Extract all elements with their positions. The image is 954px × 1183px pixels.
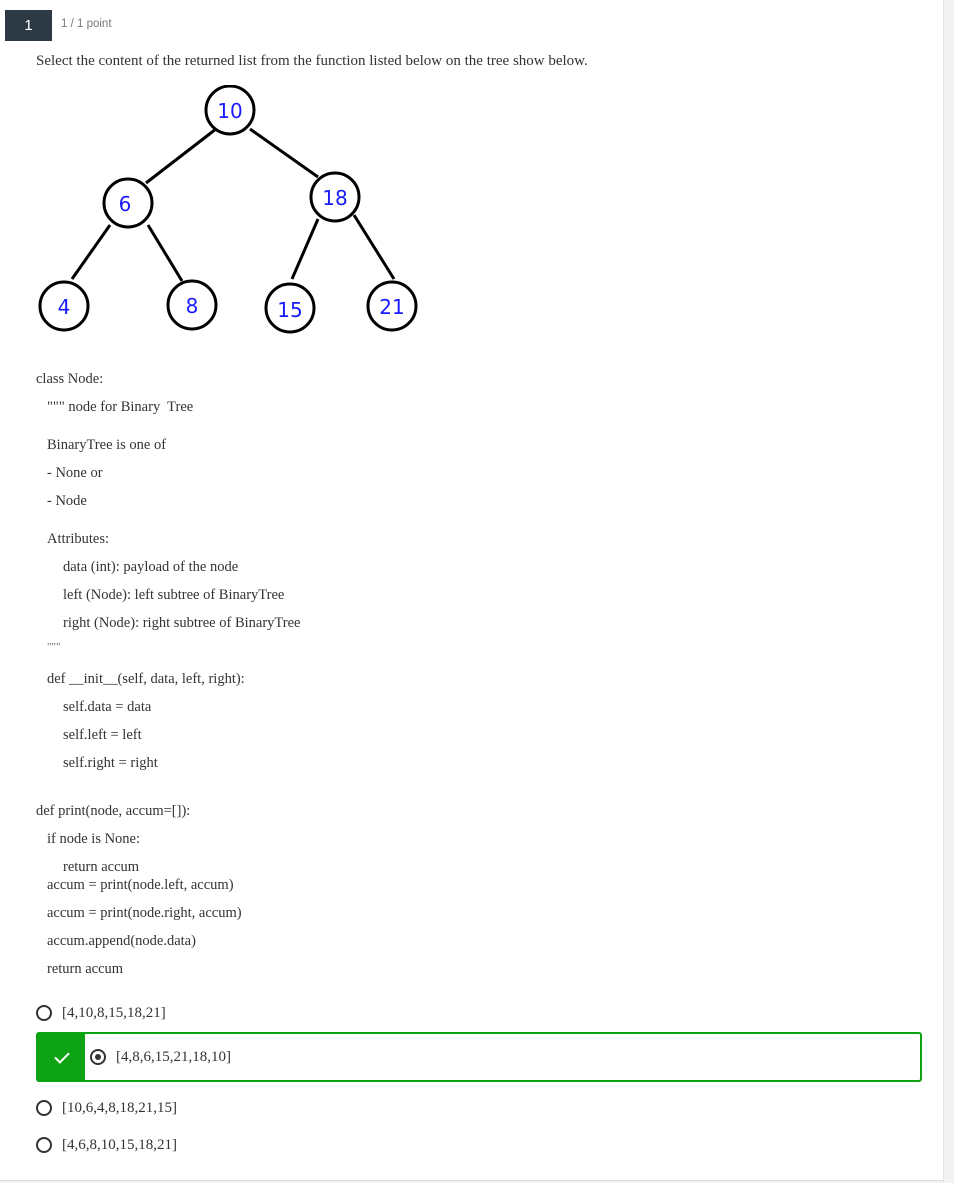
points-label: 1 / 1 point: [61, 18, 112, 30]
code-line: """: [47, 641, 61, 653]
code-line: BinaryTree is one of: [47, 437, 167, 453]
tree-node-label: 4: [58, 295, 71, 319]
tree-edge: [352, 214, 396, 280]
tree-edge: [145, 127, 217, 185]
tree-node-label: 21: [379, 295, 404, 319]
answer-option-label: [4,8,6,15,21,18,10]: [116, 1048, 231, 1065]
tree-node-label: 15: [277, 298, 302, 322]
code-line: return accum: [63, 859, 140, 875]
code-line: right (Node): right subtree of BinaryTre…: [63, 615, 301, 631]
code-line: data (int): payload of the node: [63, 559, 239, 575]
answer-option-correct[interactable]: [4,8,6,15,21,18,10]: [36, 1032, 922, 1082]
radio-button-selected[interactable]: [90, 1049, 106, 1065]
tree-edge: [290, 218, 320, 280]
answer-option[interactable]: [4,10,8,15,18,21]: [36, 1001, 166, 1025]
code-line: - Node: [47, 493, 87, 509]
code-line: - None or: [47, 465, 103, 481]
answer-option[interactable]: [4,6,8,10,15,18,21]: [36, 1133, 177, 1157]
radio-button[interactable]: [36, 1137, 52, 1153]
code-line: self.data = data: [63, 699, 152, 715]
question-number-badge: 1: [5, 10, 52, 41]
code-line: left (Node): left subtree of BinaryTree: [63, 587, 285, 603]
tree-node-label: 6: [119, 192, 132, 216]
tree-edge: [70, 224, 112, 280]
answer-option-label: [4,10,8,15,18,21]: [62, 1004, 166, 1021]
question-prompt: Select the content of the returned list …: [36, 53, 588, 69]
check-icon: [53, 1047, 70, 1064]
code-line: """ node for Binary Tree: [47, 399, 194, 415]
answer-option-label: [4,6,8,10,15,18,21]: [62, 1136, 177, 1153]
tree-edge: [249, 127, 319, 179]
tree-node-label: 18: [322, 186, 347, 210]
code-line: accum = print(node.right, accum): [47, 905, 242, 921]
code-line: def print(node, accum=[]):: [36, 803, 191, 819]
radio-button[interactable]: [36, 1100, 52, 1116]
code-line: if node is None:: [47, 831, 141, 847]
tree-node-label: 10: [217, 99, 242, 123]
code-line: return accum: [47, 961, 124, 977]
code-line: Attributes:: [47, 531, 110, 547]
code-line: accum = print(node.left, accum): [47, 877, 234, 893]
tree-node-label: 8: [186, 294, 199, 318]
code-line: accum.append(node.data): [47, 933, 196, 949]
radio-button[interactable]: [36, 1005, 52, 1021]
answer-option-label: [10,6,4,8,18,21,15]: [62, 1099, 177, 1116]
code-line: class Node:: [36, 371, 104, 387]
code-line: self.left = left: [63, 727, 142, 743]
tree-edge: [146, 224, 184, 282]
correct-indicator: [38, 1034, 85, 1080]
page-margin: [943, 0, 954, 1183]
code-line: self.right = right: [63, 755, 158, 771]
question-card: 1 1 / 1 point Select the content of the …: [0, 0, 943, 1181]
answer-option[interactable]: [10,6,4,8,18,21,15]: [36, 1096, 177, 1120]
code-line: def __init__(self, data, left, right):: [47, 671, 245, 687]
binary-tree-figure: 10 6 18 4 8 15 21: [38, 85, 418, 334]
